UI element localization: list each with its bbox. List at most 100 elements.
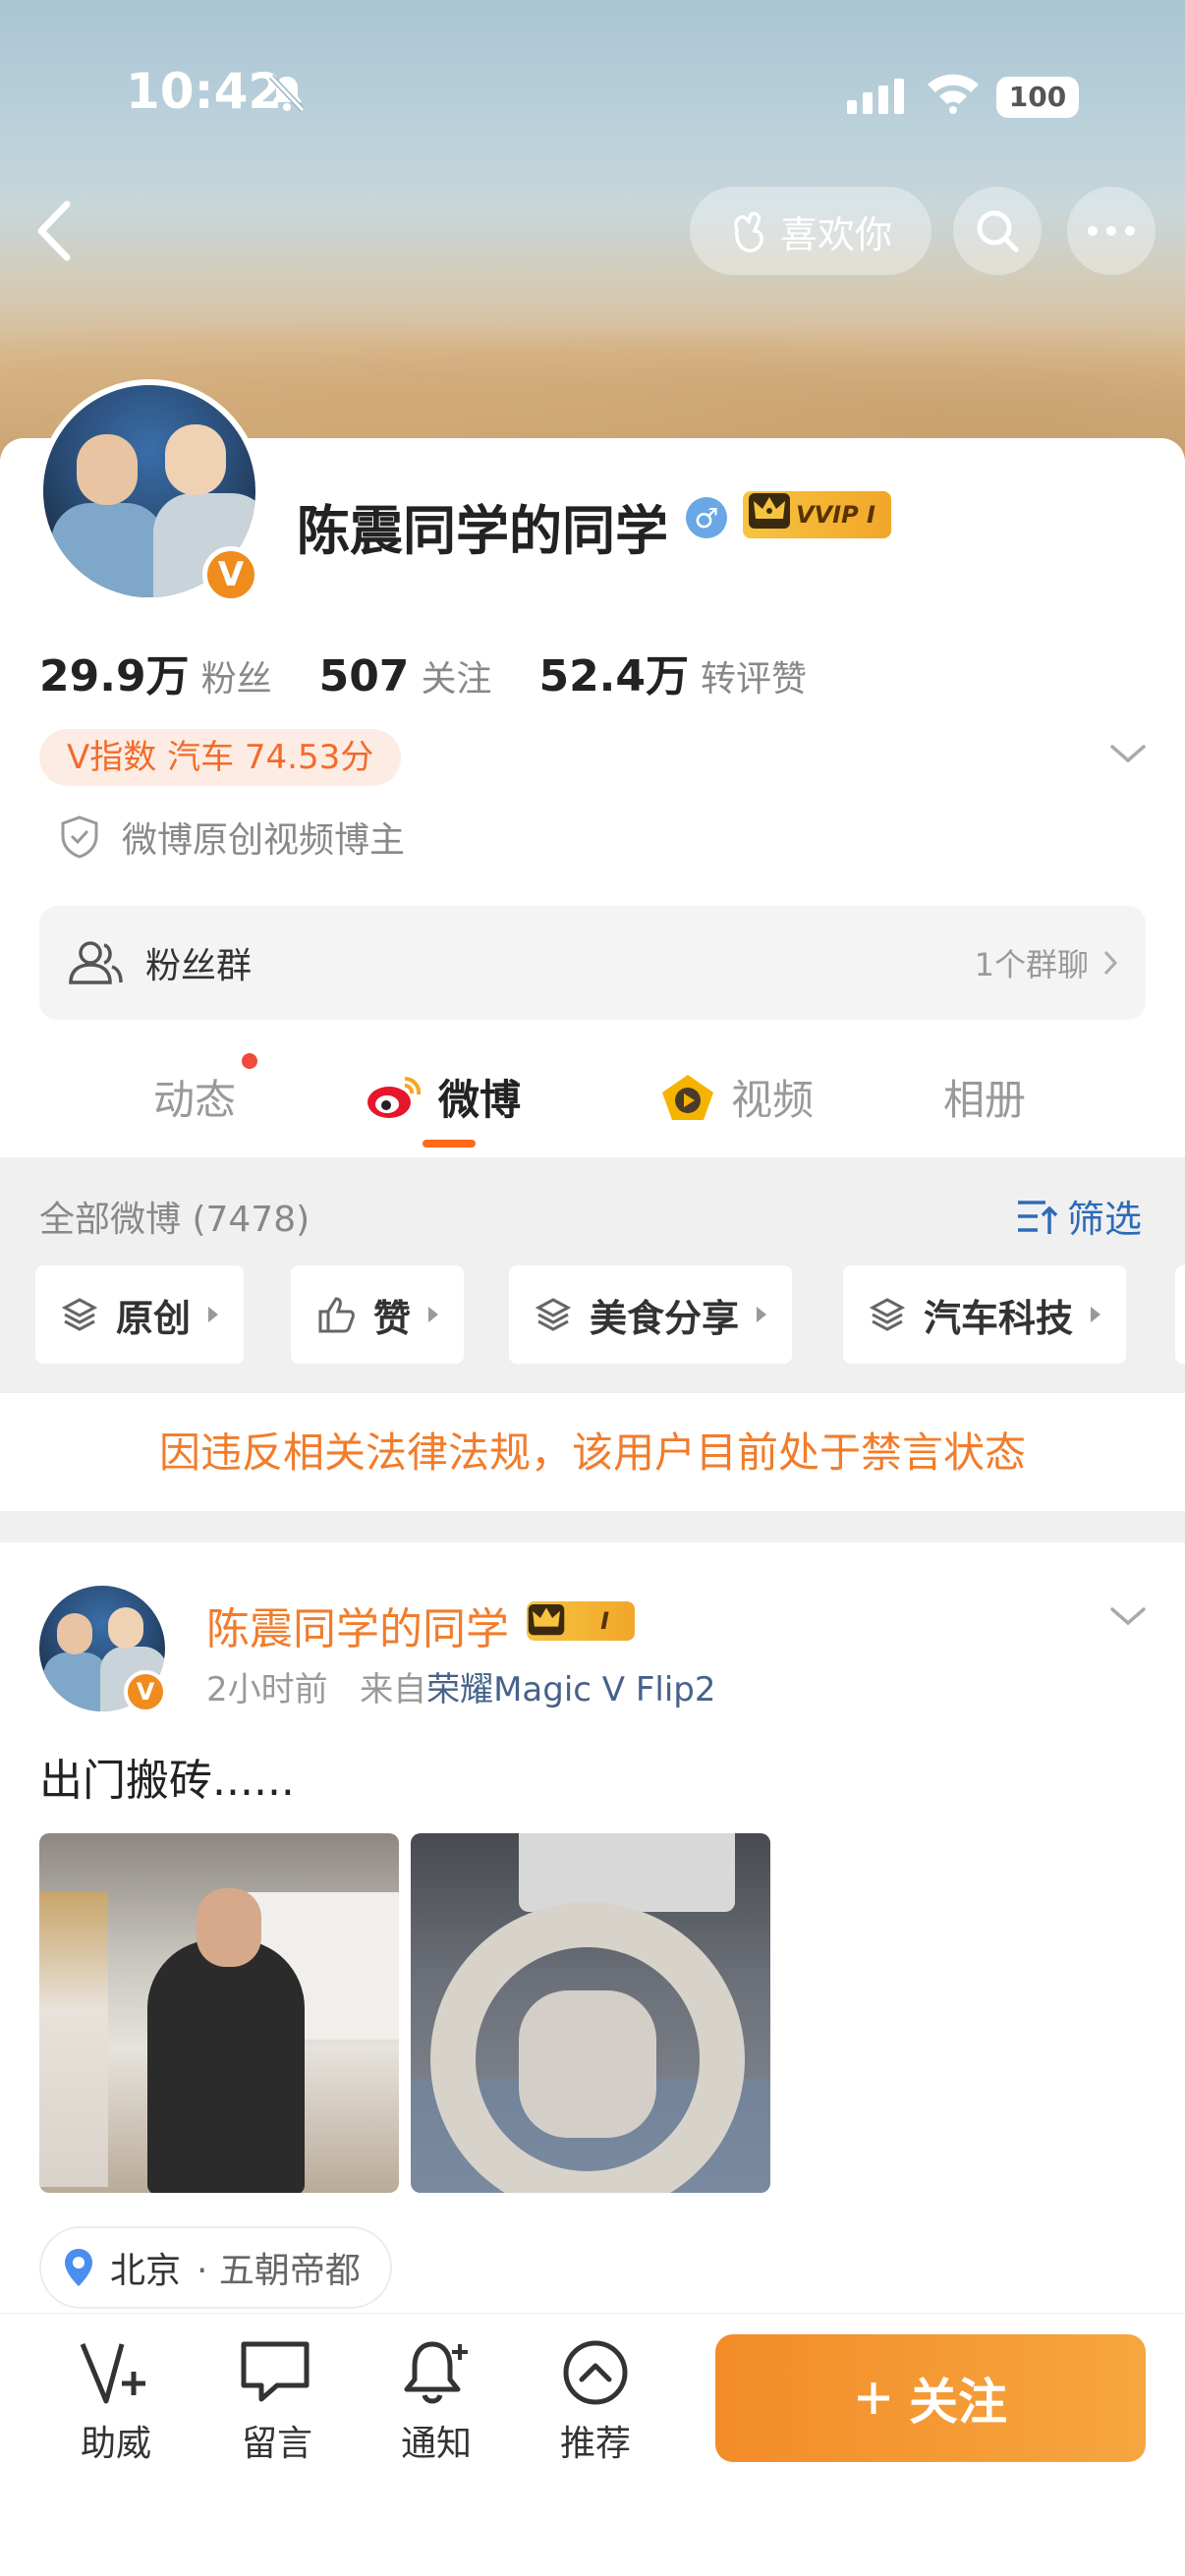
chat-icon [241, 2341, 310, 2402]
layers-icon [869, 1298, 906, 1331]
tab-album[interactable]: 相册 [943, 1067, 1026, 1127]
notify-button[interactable]: 通知 [377, 2338, 495, 2466]
post-verified-badge: V [124, 1670, 167, 1713]
chip-label: 赞 [373, 1296, 412, 1340]
message-button[interactable]: 留言 [218, 2338, 336, 2466]
tab-activity[interactable]: 动态 [153, 1067, 236, 1127]
caret-icon [428, 1307, 439, 1322]
recommend-label: 推荐 [559, 2424, 631, 2464]
bell-plus-icon [404, 2341, 468, 2404]
plus-icon [858, 2382, 889, 2414]
profile-stats: 29.9万 粉丝 507 关注 52.4万 转评赞 [39, 641, 807, 703]
thumbs-up-icon [318, 1297, 355, 1333]
stat-label: 粉丝 [200, 659, 272, 700]
stat-interactions[interactable]: 52.4万 转评赞 [538, 641, 807, 703]
stat-value: 29.9万 [39, 651, 190, 701]
crown-icon [528, 1603, 565, 1636]
caret-icon [208, 1307, 219, 1322]
group-count-text: 1个群聊 [974, 946, 1089, 983]
banned-notice: 因违反相关法律法规，该用户目前处于禁言状态 [0, 1395, 1185, 1511]
signal-icon [847, 79, 904, 114]
stat-label: 关注 [421, 659, 492, 700]
post-vip-label: I [600, 1607, 609, 1635]
like-you-button[interactable]: 喜欢你 [690, 187, 931, 275]
more-icon [1088, 226, 1135, 236]
message-label: 留言 [241, 2424, 312, 2464]
video-icon [662, 1074, 713, 1120]
post-image-steering-wheel[interactable] [411, 1833, 770, 2193]
follow-button[interactable]: 关注 [715, 2334, 1146, 2462]
chip-original[interactable]: 原创 [35, 1265, 245, 1364]
back-icon[interactable] [29, 196, 79, 265]
verified-badge: V [202, 546, 259, 603]
crown-icon [749, 493, 790, 529]
chip-overflow[interactable] [1175, 1265, 1185, 1364]
verification-info: 微博原创视频博主 [59, 812, 405, 863]
stat-fans[interactable]: 29.9万 粉丝 [39, 641, 272, 703]
location-pin-icon [65, 2249, 92, 2286]
battery-indicator: 100 [996, 77, 1079, 118]
like-you-label: 喜欢你 [779, 212, 892, 256]
location-sub: · 五朝帝都 [197, 2251, 361, 2291]
section-divider [0, 1511, 1185, 1542]
location-tag[interactable]: 北京 · 五朝帝都 [39, 2226, 392, 2309]
post-source-prefix: 来自 [360, 1670, 427, 1709]
chip-label: 汽车科技 [924, 1296, 1074, 1340]
caret-icon [757, 1307, 767, 1322]
follow-label: 关注 [909, 2374, 1007, 2431]
chevron-right-icon [1103, 950, 1118, 976]
stat-label: 转评赞 [701, 659, 808, 700]
tab-weibo[interactable]: 微博 [366, 1067, 521, 1127]
post-meta: 2小时前 来自荣耀Magic V Flip2 [206, 1662, 716, 1710]
chip-label: 原创 [116, 1296, 192, 1340]
chip-liked[interactable]: 赞 [291, 1265, 465, 1364]
post-image-selfie[interactable] [39, 1833, 399, 2193]
male-icon: ♂ [686, 497, 727, 538]
v-plus-icon [80, 2343, 145, 2404]
tab-label: 视频 [731, 1076, 815, 1124]
profile-page: 10:42 100 喜欢你 V 陈震同学的同学 ♂ VVIP I 29.9万 粉… [0, 0, 1185, 2576]
caret-icon [1091, 1307, 1101, 1322]
profile-tabs: 动态 微博 视频 相册 [0, 1041, 1185, 1159]
weibo-logo-icon [367, 1076, 422, 1118]
fans-group-label: 粉丝群 [145, 946, 253, 986]
fans-group-count: 1个群聊 [975, 940, 1118, 985]
layers-icon [61, 1298, 98, 1331]
notification-dot [242, 1053, 257, 1069]
post-author[interactable]: 陈震同学的同学 [206, 1594, 509, 1656]
stat-value: 52.4万 [538, 651, 690, 701]
recommend-button[interactable]: 推荐 [536, 2338, 654, 2466]
post-menu-chevron-icon[interactable] [1108, 1601, 1148, 1631]
support-label: 助威 [80, 2424, 151, 2464]
search-button[interactable] [953, 187, 1042, 275]
users-icon [69, 941, 123, 984]
tab-label: 微博 [438, 1076, 522, 1124]
filter-label: 筛选 [1067, 1198, 1143, 1241]
post-device[interactable]: 荣耀Magic V Flip2 [426, 1670, 715, 1709]
vvip-label: VVIP I [796, 501, 875, 529]
more-button[interactable] [1067, 187, 1156, 275]
stat-following[interactable]: 507 关注 [319, 650, 492, 701]
v-index-badge[interactable]: V指数 汽车 74.53分 [39, 729, 402, 786]
chip-label: 美食分享 [590, 1296, 740, 1340]
post-vip-badge[interactable]: I [527, 1601, 635, 1641]
support-button[interactable]: 助威 [57, 2338, 175, 2466]
status-time: 10:42 [126, 63, 283, 120]
stat-value: 507 [318, 651, 410, 701]
shield-icon [61, 815, 98, 859]
filter-button[interactable]: 筛选 [1016, 1189, 1142, 1243]
verification-text: 微博原创视频博主 [122, 820, 406, 861]
fans-group-row[interactable]: 粉丝群 1个群聊 [39, 906, 1146, 1020]
hand-heart-icon [734, 211, 763, 252]
vvip-badge[interactable]: VVIP I [743, 491, 891, 538]
tab-label: 动态 [153, 1076, 237, 1124]
post-text: 出门搬砖...... [39, 1756, 295, 1806]
active-tab-indicator [423, 1140, 476, 1148]
chip-auto-tech[interactable]: 汽车科技 [843, 1265, 1127, 1364]
chip-food[interactable]: 美食分享 [509, 1265, 793, 1364]
status-bar: 10:42 100 [0, 0, 1185, 196]
chevron-down-icon[interactable] [1108, 739, 1148, 768]
filter-sort-icon [1018, 1200, 1058, 1234]
tab-video[interactable]: 视频 [658, 1067, 814, 1127]
wifi-icon [928, 74, 979, 114]
